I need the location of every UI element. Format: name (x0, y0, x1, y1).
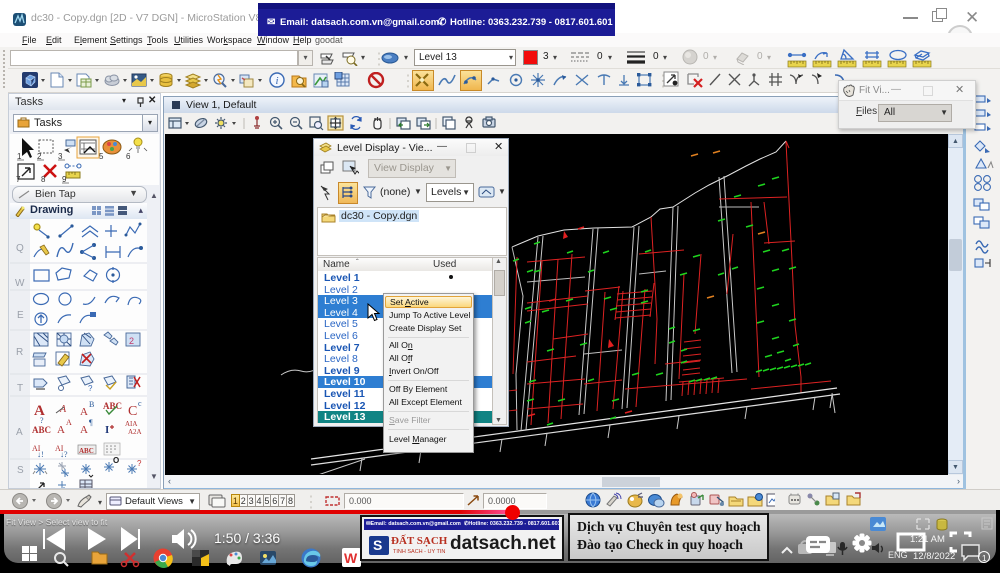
svg-text:c: c (138, 399, 142, 408)
svg-text:W: W (344, 550, 358, 566)
svg-text:A: A (16, 427, 23, 438)
svg-text:?: ? (88, 384, 93, 393)
svg-text:1: 1 (982, 554, 987, 563)
svg-text:R: R (16, 347, 23, 358)
svg-text:?: ? (137, 459, 142, 468)
svg-text:A: A (57, 424, 65, 436)
svg-text:9: 9 (62, 175, 67, 184)
svg-text:C: C (128, 404, 137, 419)
svg-text:O: O (113, 456, 119, 465)
svg-text:AIA: AIA (125, 420, 137, 428)
svg-text:2: 2 (37, 152, 42, 161)
svg-text:?: ? (40, 416, 44, 425)
svg-text:A: A (80, 424, 88, 436)
svg-text:ABC: ABC (79, 447, 94, 455)
svg-text:2: 2 (129, 336, 134, 346)
svg-text:1: 1 (17, 152, 22, 161)
svg-text:B: B (89, 400, 94, 409)
svg-text:3: 3 (58, 152, 63, 161)
svg-text:↓!: ↓! (37, 450, 44, 459)
svg-text:A2A: A2A (128, 428, 142, 436)
svg-text:↓?: ↓? (60, 450, 68, 459)
svg-text:6: 6 (126, 152, 131, 161)
svg-text:T: T (17, 383, 23, 394)
svg-text:Q: Q (16, 243, 24, 254)
svg-text:¶: ¶ (89, 418, 93, 427)
svg-text:A: A (66, 418, 72, 427)
svg-text:ABC: ABC (32, 425, 51, 435)
svg-text:E: E (17, 310, 24, 321)
svg-text:8: 8 (41, 175, 46, 184)
svg-text:A: A (80, 406, 88, 418)
svg-text:5: 5 (99, 152, 104, 161)
svg-text:I: I (105, 424, 109, 436)
svg-text:i: i (275, 75, 278, 87)
svg-text:ABC: ABC (103, 401, 122, 411)
svg-text:7: 7 (16, 175, 21, 184)
svg-text:S: S (17, 465, 24, 476)
svg-text:W: W (15, 278, 25, 289)
